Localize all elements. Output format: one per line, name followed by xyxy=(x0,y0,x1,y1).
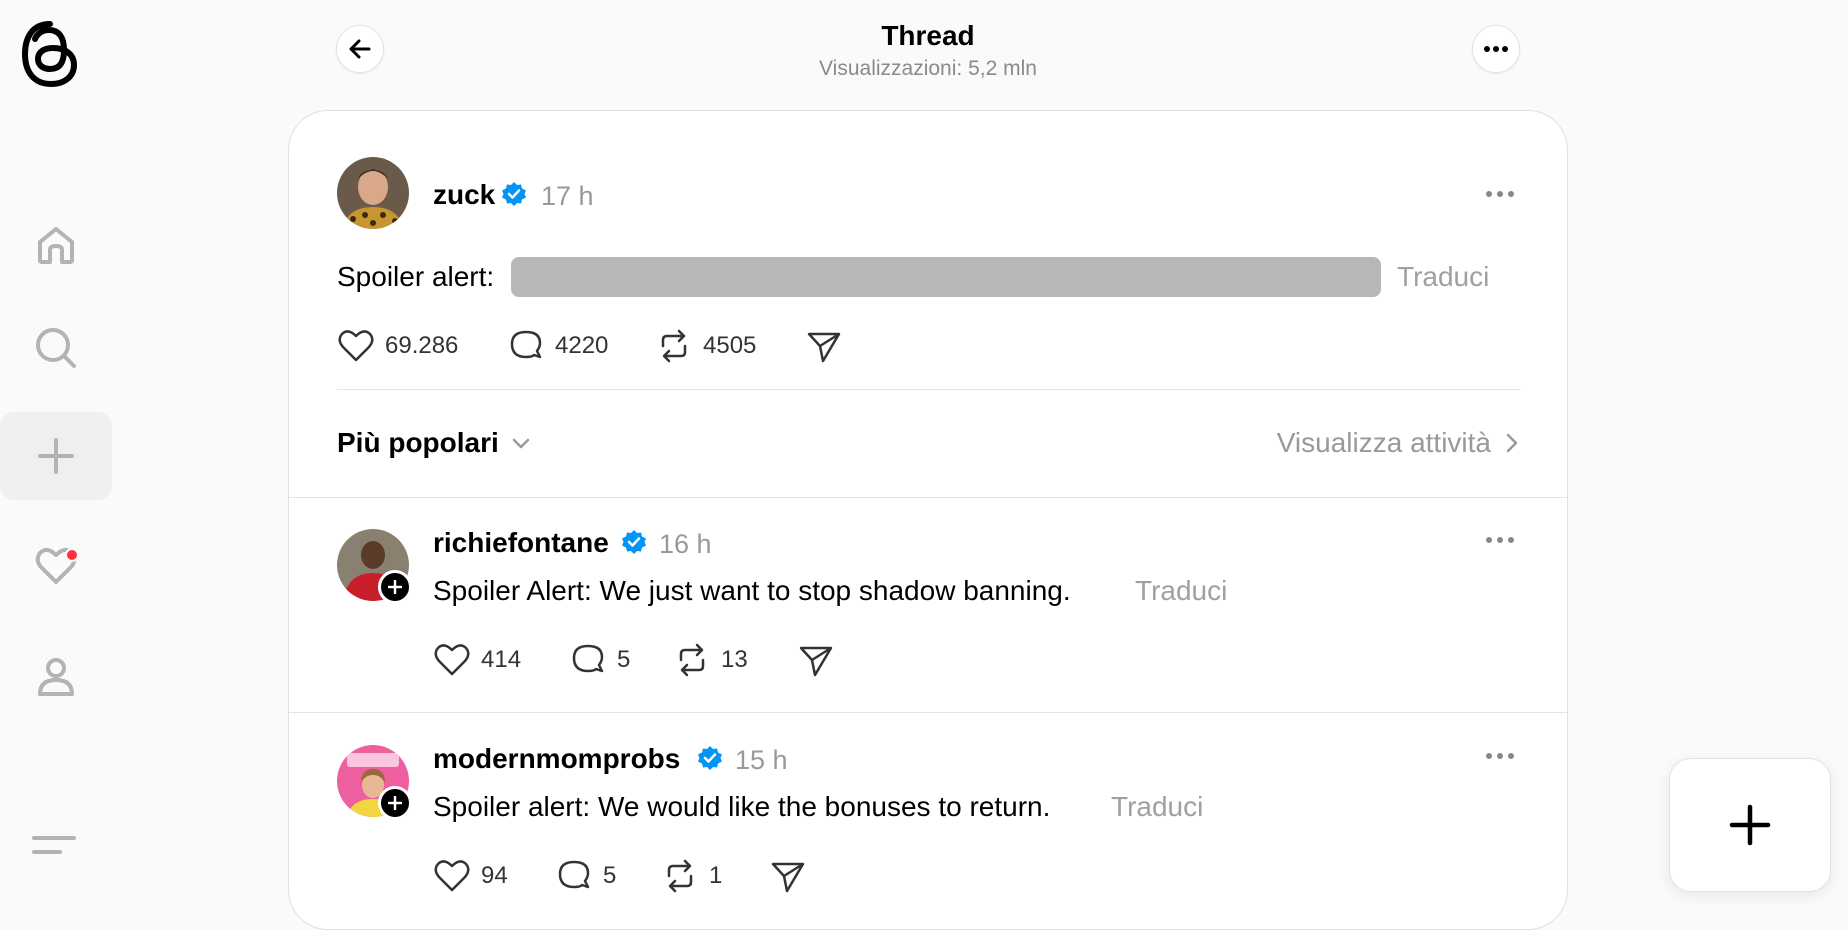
comment-icon xyxy=(572,644,604,673)
repost-icon xyxy=(661,329,687,363)
like-action[interactable]: 69.286 xyxy=(337,327,458,365)
share-action[interactable] xyxy=(797,641,835,679)
nav-create[interactable] xyxy=(0,412,112,500)
divider xyxy=(289,497,1567,498)
translate-link[interactable]: Traduci xyxy=(1135,575,1227,607)
heart-icon xyxy=(338,330,374,362)
post-time: 17 h xyxy=(541,181,594,211)
translate-link[interactable]: Traduci xyxy=(1111,791,1203,823)
nav-profile[interactable] xyxy=(0,632,112,720)
translate-link[interactable]: Traduci xyxy=(1397,261,1489,293)
sort-dropdown[interactable]: Più popolari xyxy=(337,427,531,459)
chevron-right-icon xyxy=(1506,433,1518,453)
view-count: Visualizzazioni: 5,2 mln xyxy=(819,57,1037,80)
send-icon xyxy=(807,332,841,363)
plus-icon xyxy=(388,580,402,594)
profile-icon xyxy=(38,658,74,696)
reply-username[interactable]: richiefontane xyxy=(433,527,609,559)
comment-icon xyxy=(510,330,542,359)
repost-icon xyxy=(679,643,705,677)
page-title: Thread xyxy=(881,20,975,51)
nav-search[interactable] xyxy=(0,304,112,392)
reply-username[interactable]: modernmomprobs xyxy=(433,743,680,775)
divider xyxy=(337,389,1521,390)
divider xyxy=(289,712,1567,713)
left-nav xyxy=(0,0,112,902)
repost-action[interactable]: 13 xyxy=(673,641,748,679)
repost-count: 13 xyxy=(721,646,748,673)
like-count: 414 xyxy=(481,646,522,673)
nav-activity[interactable] xyxy=(0,522,112,610)
like-count: 69.286 xyxy=(385,332,459,359)
reply-action[interactable]: 4220 xyxy=(507,327,608,365)
share-action[interactable] xyxy=(769,857,807,895)
like-action[interactable]: 94 xyxy=(433,857,508,895)
spoiler-block[interactable] xyxy=(511,257,1381,297)
more-icon xyxy=(1484,46,1508,52)
heart-icon xyxy=(434,644,470,676)
verified-icon xyxy=(698,746,722,770)
comment-icon xyxy=(558,860,590,889)
post-more-icon[interactable] xyxy=(1485,189,1515,199)
verified-icon xyxy=(622,530,646,554)
reply-text: Spoiler alert: We would like the bonuses… xyxy=(433,791,1051,822)
like-count: 94 xyxy=(481,862,508,889)
reply-more-icon[interactable] xyxy=(1485,751,1515,761)
new-thread-button[interactable] xyxy=(1669,758,1831,892)
plus-icon xyxy=(388,796,402,810)
reply-more-icon[interactable] xyxy=(1485,535,1515,545)
search-icon xyxy=(36,328,76,368)
repost-count: 1 xyxy=(709,862,723,889)
follow-button[interactable] xyxy=(378,786,412,820)
repost-count: 4505 xyxy=(703,332,757,359)
home-icon xyxy=(38,227,74,264)
reply-time: 16 h xyxy=(659,529,712,559)
chevron-down-icon xyxy=(512,438,530,449)
post-text: Spoiler alert: xyxy=(337,261,495,292)
plus-icon xyxy=(1729,804,1771,846)
like-action[interactable]: 414 xyxy=(433,641,521,679)
send-icon xyxy=(771,862,805,893)
thread-more-button[interactable] xyxy=(1472,25,1520,73)
thread-card: zuck 17 h Spoiler alert: Traduci 69.286 … xyxy=(288,110,1568,930)
reply-action[interactable]: 5 xyxy=(555,857,616,895)
send-icon xyxy=(799,646,833,677)
reply-text: Spoiler Alert: We just want to stop shad… xyxy=(433,575,1071,606)
view-activity-label: Visualizza attività xyxy=(1276,427,1491,458)
reply-count: 4220 xyxy=(555,332,609,359)
reply-count: 5 xyxy=(603,862,617,889)
heart-icon xyxy=(434,860,470,892)
reply-time: 15 h xyxy=(735,745,788,775)
reply-action[interactable]: 5 xyxy=(569,641,630,679)
verified-icon xyxy=(502,182,526,206)
menu-icon[interactable] xyxy=(30,832,78,862)
post-username[interactable]: zuck xyxy=(433,179,495,211)
reply-count: 5 xyxy=(617,646,631,673)
share-action[interactable] xyxy=(805,327,843,365)
follow-button[interactable] xyxy=(378,570,412,604)
nav-home[interactable] xyxy=(0,200,112,288)
sort-label: Più popolari xyxy=(337,427,499,458)
repost-action[interactable]: 4505 xyxy=(655,327,756,365)
view-activity-link[interactable]: Visualizza attività xyxy=(1277,427,1519,459)
avatar-zuck[interactable] xyxy=(337,157,409,229)
create-icon xyxy=(38,438,74,474)
repost-action[interactable]: 1 xyxy=(661,857,722,895)
notification-dot xyxy=(65,548,79,562)
repost-icon xyxy=(667,859,693,893)
